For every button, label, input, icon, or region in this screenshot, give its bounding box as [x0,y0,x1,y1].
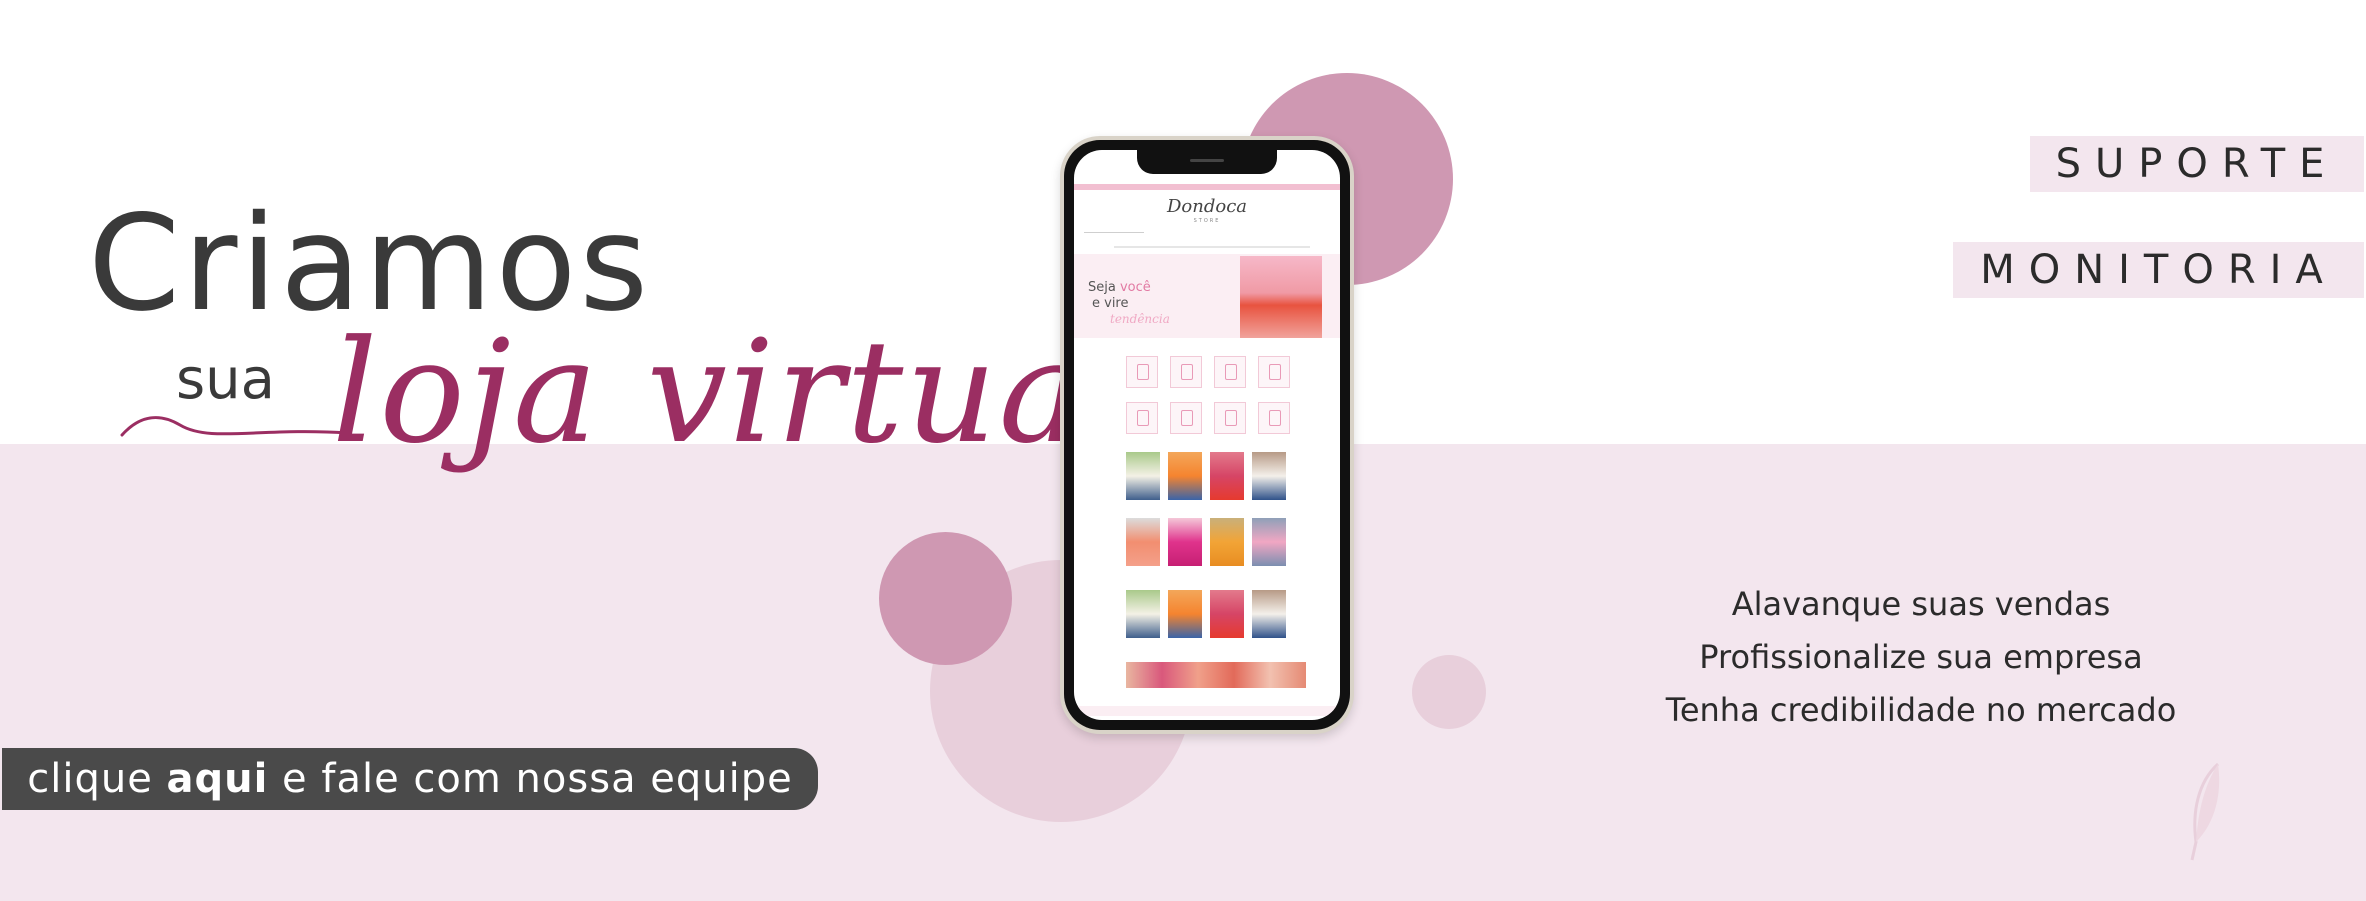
tag-monitoria: MONITORIA [1953,242,2364,298]
screen-hero-line3: tendência [1110,312,1170,326]
benefit-item: Tenha credibilidade no mercado [1665,691,2177,729]
screen-product-photo [1210,590,1244,638]
screen-product-photo [1168,590,1202,638]
screen-product-photo [1252,452,1286,500]
screen-logo: Dondoca [1166,196,1248,217]
hero-seja: Seja [1088,280,1120,295]
screen-product-photo [1252,518,1286,566]
headline-loja-virtual: loja virtual [332,310,1133,475]
screen-category-tile [1170,356,1202,388]
screen-logo-sub: STORE [1193,218,1221,224]
decor-circle-small [1412,655,1486,729]
cta-bold: aqui [166,756,269,802]
screen-category-tile [1214,356,1246,388]
screen-bottom-bar [1074,706,1340,716]
screen-top-bar [1074,184,1340,190]
phone-notch [1137,150,1277,174]
tag-suporte: SUPORTE [2030,136,2364,192]
phone-frame: Dondoca STORE Seja você e vire tendência [1064,140,1350,730]
screen-product-strip [1126,662,1306,688]
screen-product-photo [1126,518,1160,566]
headline-sua: sua [176,347,275,412]
screen-product-photo [1126,452,1160,500]
screen-search-line [1084,232,1144,233]
screen-hero-photo [1240,256,1322,338]
screen-category-tile [1258,402,1290,434]
screen-hero-line1: Seja você [1088,280,1151,295]
screen-product-photo [1252,590,1286,638]
phone-screen: Dondoca STORE Seja você e vire tendência [1074,150,1340,720]
cta-suffix: e fale com nossa equipe [268,756,793,802]
contact-cta-button[interactable]: clique aqui e fale com nossa equipe [2,748,818,810]
benefit-item: Profissionalize sua empresa [1699,638,2143,676]
screen-category-tile [1258,356,1290,388]
screen-product-photo [1210,452,1244,500]
feather-icon [2190,762,2220,861]
screen-product-photo [1126,590,1160,638]
screen-nav [1114,246,1310,248]
screen-product-photo [1168,518,1202,566]
screen-product-photo [1168,452,1202,500]
cta-prefix: clique [27,756,167,802]
screen-product-photo [1210,518,1244,566]
hero-voce: você [1119,280,1151,295]
screen-category-tile [1170,402,1202,434]
screen-category-tile [1126,356,1158,388]
benefits-list: Alavanque suas vendas Profissionalize su… [1606,578,2236,737]
screen-category-tile [1126,402,1158,434]
screen-hero-line2: e vire [1092,296,1129,311]
phone-mockup: Dondoca STORE Seja você e vire tendência [1060,136,1354,734]
decor-circle-left [879,532,1012,665]
benefit-item: Alavanque suas vendas [1731,585,2111,623]
screen-category-tile [1214,402,1246,434]
